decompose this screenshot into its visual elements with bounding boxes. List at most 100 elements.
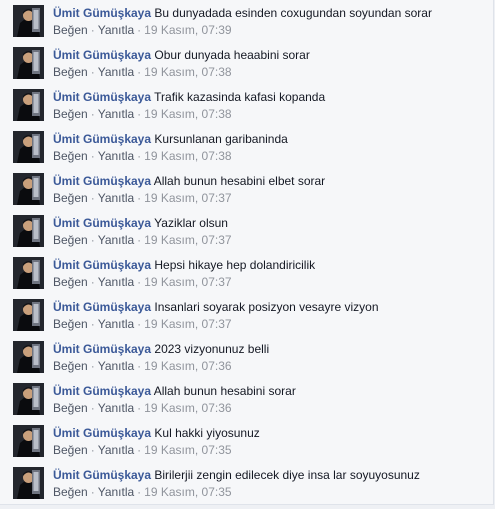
comment-timestamp[interactable]: 19 Kasım, 07:39 [144, 23, 231, 37]
avatar-photo-icon [13, 89, 44, 121]
comment-item: Ümit Gümüşkaya 2023 vizyonunuz belli Beğ… [0, 341, 493, 383]
separator: · [137, 65, 142, 79]
like-link[interactable]: Beğen [53, 107, 88, 121]
comment-text: Trafik kazasinda kafasi kopanda [154, 90, 326, 104]
comment-timestamp[interactable]: 19 Kasım, 07:37 [144, 275, 231, 289]
comment-item: Ümit Gümüşkaya Kursunlanan garibaninda B… [0, 131, 493, 173]
like-link[interactable]: Beğen [53, 359, 88, 373]
comment-author-link[interactable]: Ümit Gümüşkaya [53, 132, 151, 146]
like-link[interactable]: Beğen [53, 317, 88, 331]
comment-author-link[interactable]: Ümit Gümüşkaya [53, 90, 151, 104]
avatar[interactable] [13, 341, 44, 373]
comment-timestamp[interactable]: 19 Kasım, 07:35 [144, 485, 231, 499]
comment-body: Ümit Gümüşkaya Kursunlanan garibaninda [53, 131, 288, 148]
separator: · [90, 191, 95, 205]
like-link[interactable]: Beğen [53, 401, 88, 415]
reply-link[interactable]: Yanıtla [98, 359, 134, 373]
avatar[interactable] [13, 257, 44, 289]
comment-item: Ümit Gümüşkaya Hepsi hikaye hep dolandir… [0, 257, 493, 299]
comment-timestamp[interactable]: 19 Kasım, 07:38 [144, 65, 231, 79]
comment-item: Ümit Gümüşkaya Trafik kazasinda kafasi k… [0, 89, 493, 131]
comment-item: Ümit Gümüşkaya Yaziklar olsun Beğen · Yanı… [0, 215, 493, 257]
separator: · [90, 401, 95, 415]
comments-panel: Ümit Gümüşkaya Bu dunyadada esinden coxu… [0, 0, 494, 505]
reply-link[interactable]: Yanıtla [98, 149, 134, 163]
separator: · [137, 317, 142, 331]
like-link[interactable]: Beğen [53, 485, 88, 499]
comment-author-link[interactable]: Ümit Gümüşkaya [53, 48, 151, 62]
comment-author-link[interactable]: Ümit Gümüşkaya [53, 384, 151, 398]
comment-body: Ümit Gümüşkaya Allah bunun hesabini elbe… [53, 173, 325, 190]
like-link[interactable]: Beğen [53, 65, 88, 79]
comment-author-link[interactable]: Ümit Gümüşkaya [53, 300, 151, 314]
avatar[interactable] [13, 425, 44, 457]
comment-timestamp[interactable]: 19 Kasım, 07:38 [144, 107, 231, 121]
comment-text: Obur dunyada heaabini sorar [154, 48, 310, 62]
like-link[interactable]: Beğen [53, 443, 88, 457]
reply-link[interactable]: Yanıtla [98, 275, 134, 289]
comment-item: Ümit Gümüşkaya Bu dunyadada esinden coxu… [0, 5, 493, 47]
comment-timestamp[interactable]: 19 Kasım, 07:37 [144, 317, 231, 331]
comment-actions: Beğen · Yanıtla · 19 Kasım, 07:35 [53, 442, 232, 458]
avatar[interactable] [13, 299, 44, 331]
separator: · [137, 107, 142, 121]
comment-author-link[interactable]: Ümit Gümüşkaya [53, 258, 151, 272]
comment-author-link[interactable]: Ümit Gümüşkaya [53, 342, 151, 356]
avatar[interactable] [13, 173, 44, 205]
reply-link[interactable]: Yanıtla [98, 107, 134, 121]
avatar-photo-icon [13, 299, 44, 331]
comment-author-link[interactable]: Ümit Gümüşkaya [53, 216, 151, 230]
like-link[interactable]: Beğen [53, 191, 88, 205]
comment-timestamp[interactable]: 19 Kasım, 07:36 [144, 359, 231, 373]
separator: · [137, 359, 142, 373]
avatar[interactable] [13, 131, 44, 163]
avatar[interactable] [13, 467, 44, 499]
separator: · [90, 23, 95, 37]
comment-author-link[interactable]: Ümit Gümüşkaya [53, 174, 151, 188]
like-link[interactable]: Beğen [53, 275, 88, 289]
reply-link[interactable]: Yanıtla [98, 401, 134, 415]
avatar[interactable] [13, 5, 44, 37]
like-link[interactable]: Beğen [53, 233, 88, 247]
separator: · [90, 317, 95, 331]
comment-body: Ümit Gümüşkaya Bu dunyadada esinden coxu… [53, 5, 432, 22]
avatar[interactable] [13, 215, 44, 247]
comment-actions: Beğen · Yanıtla · 19 Kasım, 07:37 [53, 274, 232, 290]
avatar[interactable] [13, 89, 44, 121]
reply-link[interactable]: Yanıtla [98, 443, 134, 457]
comment-list: Ümit Gümüşkaya Bu dunyadada esinden coxu… [0, 5, 493, 509]
comment-timestamp[interactable]: 19 Kasım, 07:35 [144, 443, 231, 457]
comment-text: Kul hakki yiyosunuz [154, 426, 260, 440]
comment-text: Birilerjii zengin edilecek diye insa lar… [154, 468, 420, 482]
reply-link[interactable]: Yanıtla [98, 65, 134, 79]
comment-author-link[interactable]: Ümit Gümüşkaya [53, 426, 151, 440]
comment-actions: Beğen · Yanıtla · 19 Kasım, 07:37 [53, 190, 232, 206]
comment-timestamp[interactable]: 19 Kasım, 07:38 [144, 149, 231, 163]
comment-timestamp[interactable]: 19 Kasım, 07:36 [144, 401, 231, 415]
comment-text: Allah bunun hesabini elbet sorar [153, 174, 326, 188]
comment-body: Ümit Gümüşkaya Birilerjii zengin edilece… [53, 467, 420, 484]
comment-actions: Beğen · Yanıtla · 19 Kasım, 07:37 [53, 316, 232, 332]
separator: · [137, 23, 142, 37]
comment-text: Insanlari soyarak posizyon vesayre vizyo… [154, 300, 379, 314]
comment-timestamp[interactable]: 19 Kasım, 07:37 [144, 191, 231, 205]
reply-link[interactable]: Yanıtla [98, 233, 134, 247]
comment-timestamp[interactable]: 19 Kasım, 07:37 [144, 233, 231, 247]
avatar[interactable] [13, 383, 44, 415]
comment-item: Ümit Gümüşkaya Kul hakki yiyosunuz Beğen… [0, 425, 493, 467]
reply-link[interactable]: Yanıtla [98, 191, 134, 205]
comment-actions: Beğen · Yanıtla · 19 Kasım, 07:38 [53, 106, 232, 122]
separator: · [90, 107, 95, 121]
comment-author-link[interactable]: Ümit Gümüşkaya [53, 468, 151, 482]
comment-body: Ümit Gümüşkaya Trafik kazasinda kafasi k… [53, 89, 325, 106]
reply-link[interactable]: Yanıtla [98, 317, 134, 331]
comment-body: Ümit Gümüşkaya Obur dunyada heaabini sor… [53, 47, 310, 64]
comment-author-link[interactable]: Ümit Gümüşkaya [53, 6, 151, 20]
reply-link[interactable]: Yanıtla [98, 485, 134, 499]
separator: · [137, 233, 142, 247]
reply-link[interactable]: Yanıtla [98, 23, 134, 37]
comment-text: Bu dunyadada esinden coxugundan soyundan… [154, 6, 432, 20]
like-link[interactable]: Beğen [53, 23, 88, 37]
like-link[interactable]: Beğen [53, 149, 88, 163]
avatar[interactable] [13, 47, 44, 79]
